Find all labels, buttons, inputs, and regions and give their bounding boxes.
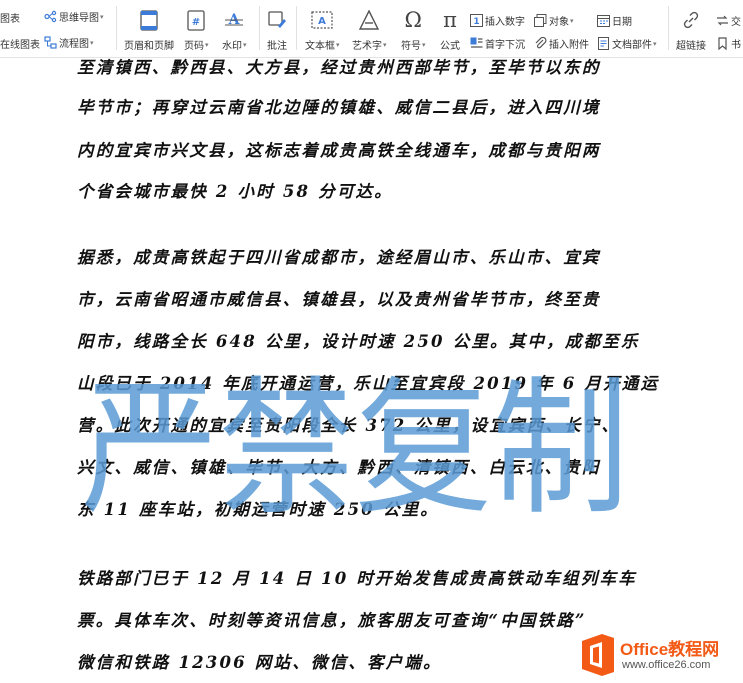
chevron-down-icon: ▾ [653, 40, 657, 48]
chevron-down-icon: ▾ [100, 13, 104, 21]
page-number-label: 页码 [184, 41, 204, 52]
chart-button[interactable]: 图表 [0, 10, 20, 25]
textbox-button[interactable]: A 文本框 ▾ [305, 9, 340, 52]
doc-parts-icon [597, 37, 610, 50]
chevron-down-icon: ▾ [205, 41, 209, 49]
hyperlink-button[interactable]: 超链接 [676, 9, 706, 52]
watermark-button[interactable]: A 水印 ▾ [222, 9, 247, 53]
symbol-icon: Ω [404, 7, 422, 32]
logo-title: Office教程网 [620, 640, 720, 659]
paragraph-line: 毕节市；再穿过云南省北边陲的镇雄、威信二县后，进入四川境 [77, 98, 601, 117]
drop-cap-label: 首字下沉 [485, 40, 525, 51]
exchange-button[interactable]: 交 [716, 13, 741, 28]
insert-number-icon: 1 [470, 14, 483, 27]
flowchart-button[interactable]: 流程图 ▾ [44, 35, 94, 50]
ribbon-divider [296, 6, 297, 50]
bookmark-label: 书 [731, 40, 741, 51]
hyperlink-label: 超链接 [676, 41, 706, 52]
header-footer-label: 页眉和页脚 [124, 41, 174, 52]
date-icon [597, 14, 610, 27]
svg-text:#: # [192, 17, 200, 28]
mindmap-icon [44, 10, 57, 23]
textbox-icon: A [311, 9, 333, 31]
symbol-button[interactable]: Ω 符号 ▾ [401, 9, 426, 52]
chevron-down-icon: ▾ [422, 41, 426, 49]
flowchart-icon [44, 36, 57, 49]
formula-icon: π [443, 7, 457, 32]
comment-button[interactable]: 批注 [266, 9, 288, 52]
flowchart-label: 流程图 [59, 39, 89, 50]
ribbon-divider [116, 6, 117, 50]
symbol-label: 符号 [401, 41, 421, 52]
insert-number-button[interactable]: 1 插入数字 [470, 13, 525, 28]
drop-cap-icon [470, 37, 483, 50]
paragraph-line: 微信和铁路 12306 网站、微信、客户端。 [77, 653, 442, 672]
attachment-label: 插入附件 [549, 40, 589, 51]
insert-number-label: 插入数字 [485, 17, 525, 28]
doc-parts-label: 文档部件 [612, 40, 652, 51]
bookmark-button[interactable]: 书 [716, 36, 741, 51]
attachment-icon [534, 37, 547, 50]
exchange-label: 交 [731, 17, 741, 28]
svg-text:A: A [318, 16, 326, 27]
svg-text:1: 1 [473, 17, 479, 27]
exchange-icon [716, 14, 729, 27]
watermark-text: 严禁复制 [81, 363, 629, 535]
wordart-icon [358, 9, 380, 31]
logo-url: www.office26.com [622, 659, 711, 671]
drop-cap-button[interactable]: 首字下沉 [470, 36, 525, 51]
watermark-icon: A [223, 9, 245, 31]
paragraph-line: 市，云南省昭通市威信县、镇雄县，以及贵州省毕节市，终至贵 [77, 290, 601, 309]
chevron-down-icon: ▾ [383, 41, 387, 49]
watermark-overlay: 严禁复制 [81, 363, 629, 535]
mindmap-button[interactable]: 思维导图 ▾ [44, 9, 104, 24]
mindmap-label: 思维导图 [59, 13, 99, 24]
bookmark-icon [716, 37, 729, 50]
watermark-label: 水印 [222, 41, 242, 52]
chevron-down-icon: ▾ [570, 17, 574, 25]
ribbon-divider [668, 6, 669, 50]
online-chart-button[interactable]: 在线图表 [0, 36, 40, 51]
online-chart-label: 在线图表 [0, 40, 40, 51]
header-footer-icon [138, 9, 160, 31]
paragraph-line: 个省会城市最快 2 小时 58 分可达。 [77, 182, 393, 201]
paragraph-line: 票。具体车次、时刻等资讯信息，旅客朋友可查询“中国铁路” [77, 611, 587, 630]
formula-button[interactable]: π 公式 [439, 9, 461, 52]
chevron-down-icon: ▾ [90, 39, 94, 47]
paragraph-line: 内的宜宾市兴文县，这标志着成贵高铁全线通车，成都与贵阳两 [77, 141, 601, 160]
page-number-button[interactable]: # 页码 ▾ [184, 9, 209, 52]
date-button[interactable]: 日期 [597, 13, 632, 28]
wordart-button[interactable]: 艺术字 ▾ [352, 9, 387, 52]
paragraph-line: 据悉，成贵高铁起于四川省成都市，途经眉山市、乐山市、宜宾 [77, 248, 601, 267]
comment-label: 批注 [267, 41, 287, 52]
formula-label: 公式 [440, 41, 460, 52]
date-label: 日期 [612, 17, 632, 28]
site-logo: Office教程网 www.office26.com [578, 627, 743, 683]
object-icon [534, 14, 547, 27]
object-label: 对象 [549, 17, 569, 28]
paragraph-line: 铁路部门已于 12 月 14 日 10 时开始发售成贵高铁动车组列车车 [77, 569, 637, 588]
wordart-label: 艺术字 [352, 41, 382, 52]
hyperlink-icon [680, 9, 702, 31]
doc-parts-button[interactable]: 文档部件 ▾ [597, 36, 657, 51]
attachment-button[interactable]: 插入附件 [534, 36, 589, 51]
ribbon-divider [259, 6, 260, 50]
paragraph-line: 至清镇西、黔西县、大方县，经过贵州西部毕节，至毕节以东的 [77, 58, 601, 77]
office-logo-icon [582, 634, 614, 676]
chevron-down-icon: ▾ [336, 41, 340, 49]
comment-icon [266, 9, 288, 31]
chevron-down-icon: ▾ [243, 41, 247, 49]
ribbon-toolbar: 图表 在线图表 思维导图 ▾ 流程图 ▾ 页眉和页脚 # 页码 ▾ A 水印 ▾… [0, 0, 743, 58]
page-number-icon: # [185, 9, 207, 31]
textbox-label: 文本框 [305, 41, 335, 52]
chart-label: 图表 [0, 14, 20, 25]
header-footer-button[interactable]: 页眉和页脚 [124, 9, 174, 52]
object-button[interactable]: 对象 ▾ [534, 13, 574, 28]
